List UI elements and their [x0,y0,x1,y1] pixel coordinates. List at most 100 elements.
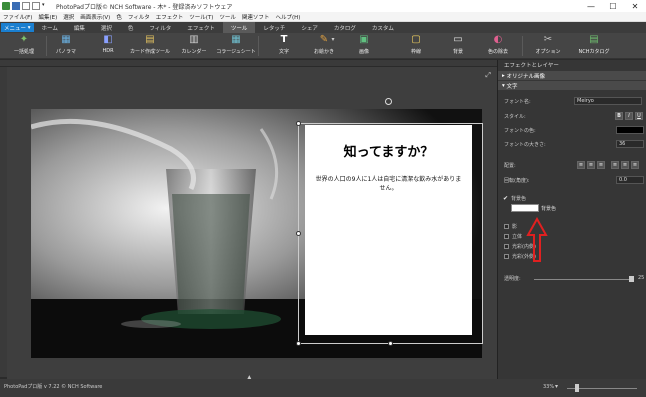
font-size-input[interactable]: 36 [616,140,644,148]
opacity-slider-track[interactable] [534,279,634,280]
menu-filter[interactable]: フィルタ [125,13,153,21]
valign-bottom-button[interactable]: ≡ [631,161,639,169]
collage-button[interactable]: ▦ コラージュシート [214,34,258,55]
background-button[interactable]: ▭ 背景 [436,34,480,55]
canvas-area[interactable]: 知ってますか？ 世界の人口の9人に1人は自宅に清潔な飲み水がありません。 ⤢ ▲ [7,67,497,381]
dropdown-icon[interactable]: ▾ [42,2,50,10]
shadow-label: 影 [512,224,518,230]
zoom-slider-thumb[interactable] [575,384,579,392]
batch-icon: ✦ [19,34,29,45]
menu-help[interactable]: ヘルプ(H) [272,13,303,21]
italic-button[interactable]: I [625,112,633,120]
menu-effect[interactable]: エフェクト [153,13,187,21]
panel-title: エフェクトとレイヤー [504,63,559,69]
bg-color-row: ✔ 背景色 [498,194,646,204]
tab-custom[interactable]: カスタム [364,22,402,33]
resize-handle[interactable] [296,341,301,346]
catalog-icon: ▤ [589,34,599,45]
opacity-slider-thumb[interactable] [629,276,634,282]
bg-color-checkbox[interactable]: ✔ [503,195,508,202]
photo-image [31,109,482,358]
main-menu-button[interactable]: メニュー ▾ [1,23,34,32]
tab-tools[interactable]: ツール [222,22,256,33]
minimize-button[interactable]: — [580,0,602,12]
brush-dropdown[interactable]: ▾ [324,34,342,46]
align-row: 配置: ≡ ≡ ≡ ≡ ≡ ≡ [498,161,646,171]
outer-glow-checkbox[interactable] [504,254,509,259]
panorama-button[interactable]: ▦ パノラマ [44,34,88,55]
tab-catalog[interactable]: カタログ [326,22,364,33]
collage-label: コラージュシート [216,49,256,55]
status-text: PhotoPadプロ版 v 7.22 © NCH Software [4,384,103,390]
ribbon-toolbar: ✦ 一括処理 ▦ パノラマ ◧ HDR ▤ カード作成ツール ▥ カレンダー ▦… [0,33,646,59]
menu-bar: ファイル(F) 編集(E) 選択 画面表示(V) 色 フィルタ エフェクト ツー… [0,12,646,22]
options-button[interactable]: ✂ オプション [526,34,570,55]
bold-button[interactable]: B [615,112,623,120]
rotate-handle[interactable] [385,98,392,105]
menu-view[interactable]: 画面表示(V) [77,13,113,21]
tab-filter[interactable]: フィルタ [141,22,179,33]
card-button[interactable]: ▤ カード作成ツール [128,34,172,55]
font-name-row: フォント名: Meiryo [498,97,646,107]
calendar-button[interactable]: ▥ カレンダー [172,34,216,55]
bg-color-swatch[interactable] [511,204,539,212]
redo-icon[interactable] [32,2,40,10]
tab-home[interactable]: ホーム [34,22,66,33]
photo-glass-water [31,109,482,358]
underline-button[interactable]: U [635,112,643,120]
valign-middle-button[interactable]: ≡ [621,161,629,169]
options-icon: ✂ [543,34,553,45]
expand-icon[interactable]: ⤢ [485,71,491,80]
tab-share[interactable]: シェア [293,22,326,33]
main-menu-label: メニュー [4,25,27,32]
zoom-dropdown-icon[interactable]: ▾ [555,383,558,390]
catalog-button[interactable]: ▤ NCHカタログ [572,34,616,55]
menu-tools[interactable]: ツール [216,13,239,21]
card-icon: ▤ [145,34,155,45]
undo-icon[interactable] [22,2,30,10]
menu-color[interactable]: 色 [113,13,125,21]
frame-button[interactable]: ▢ 枠線 [394,34,438,55]
section-text[interactable]: ▾ 文字 [498,81,646,90]
menu-tools-t[interactable]: ツール(T) [186,13,216,21]
save-icon[interactable] [12,2,20,10]
align-left-button[interactable]: ≡ [577,161,585,169]
hdr-button[interactable]: ◧ HDR [86,34,130,54]
menu-file[interactable]: ファイル(F) [0,13,35,21]
resize-handle[interactable] [296,231,301,236]
maximize-button[interactable]: ☐ [602,0,624,12]
card-label: カード作成ツール [129,49,170,55]
batch-button[interactable]: ✦ 一括処理 [2,34,46,55]
align-center-button[interactable]: ≡ [587,161,595,169]
ruler-horizontal [0,60,497,67]
toolbar-divider [522,36,523,56]
align-right-button[interactable]: ≡ [597,161,605,169]
font-name-select[interactable]: Meiryo [574,97,642,105]
resize-handle[interactable] [296,121,301,126]
text-button[interactable]: T 文字 [262,34,306,55]
font-color-swatch[interactable] [616,126,644,134]
color-remove-button[interactable]: ◐ 色の除去 [476,34,520,55]
image-button[interactable]: ▣ 画像 [342,34,386,55]
image-label: 画像 [358,49,369,55]
close-button[interactable]: ✕ [624,0,646,12]
tab-select[interactable]: 選択 [93,22,120,33]
menu-edit[interactable]: 編集(E) [35,13,60,21]
menu-related[interactable]: 関連ソフト [239,13,273,21]
3d-checkbox[interactable] [504,234,509,239]
rotate-input[interactable]: 0.0 [616,176,644,184]
opacity-label: 透明度: [504,276,521,282]
shadow-checkbox[interactable] [504,224,509,229]
tab-effect[interactable]: エフェクト [179,22,223,33]
valign-top-button[interactable]: ≡ [611,161,619,169]
panorama-label: パノラマ [55,49,76,55]
menu-select[interactable]: 選択 [60,13,77,21]
tab-retouch[interactable]: レタッチ [255,22,293,33]
section-original-image[interactable]: ▸ オリジナル画像 [498,71,646,80]
tab-edit[interactable]: 編集 [66,22,93,33]
inner-glow-checkbox[interactable] [504,244,509,249]
bg-color-checkbox-label: 背景色 [511,196,527,202]
resize-handle[interactable] [388,341,393,346]
hdr-label: HDR [102,48,114,54]
tab-color[interactable]: 色 [120,22,142,33]
